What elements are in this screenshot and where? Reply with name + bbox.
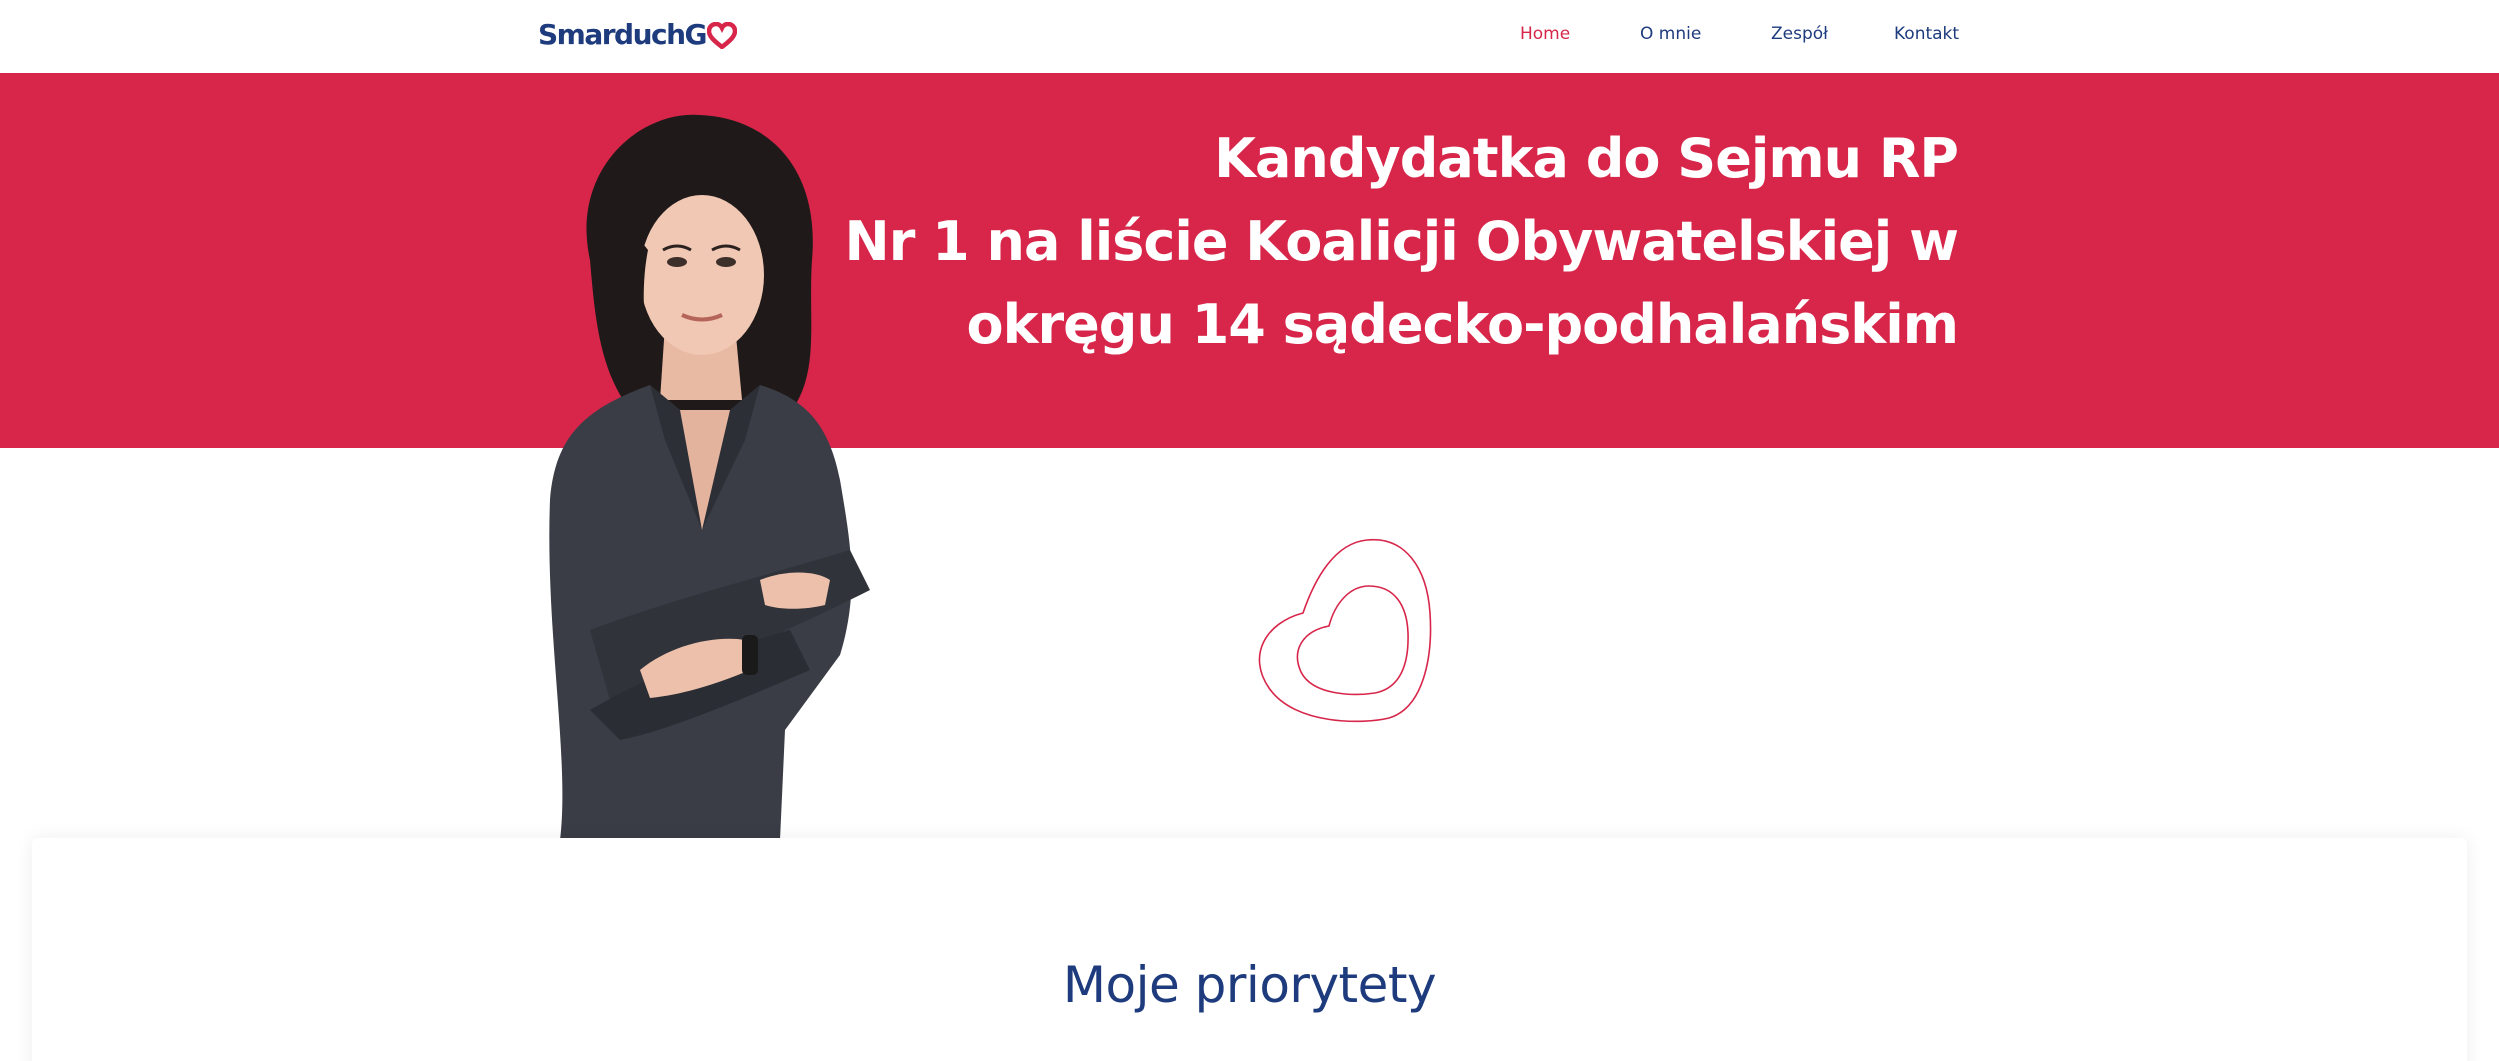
section-title: Moje priorytety: [1062, 956, 1437, 1014]
decorative-heart-icon: [1258, 538, 1432, 723]
page: SmarduchG Home O mnie Zespół Kontakt Kan…: [0, 0, 2499, 1061]
priorities-section: Moje priorytety: [32, 838, 2467, 1061]
main-nav: Home O mnie Zespół Kontakt: [0, 24, 2499, 48]
nav-item-home[interactable]: Home: [1520, 24, 1570, 44]
nav-item-o-mnie[interactable]: O mnie: [1640, 24, 1701, 44]
nav-item-zespol[interactable]: Zespół: [1771, 24, 1828, 44]
navbar: SmarduchG Home O mnie Zespół Kontakt: [0, 0, 2499, 73]
candidate-portrait: [549, 114, 870, 840]
hero-banner: Kandydatka do Sejmu RP Nr 1 na liście Ko…: [0, 73, 2499, 448]
nav-item-kontakt[interactable]: Kontakt: [1894, 24, 1959, 44]
